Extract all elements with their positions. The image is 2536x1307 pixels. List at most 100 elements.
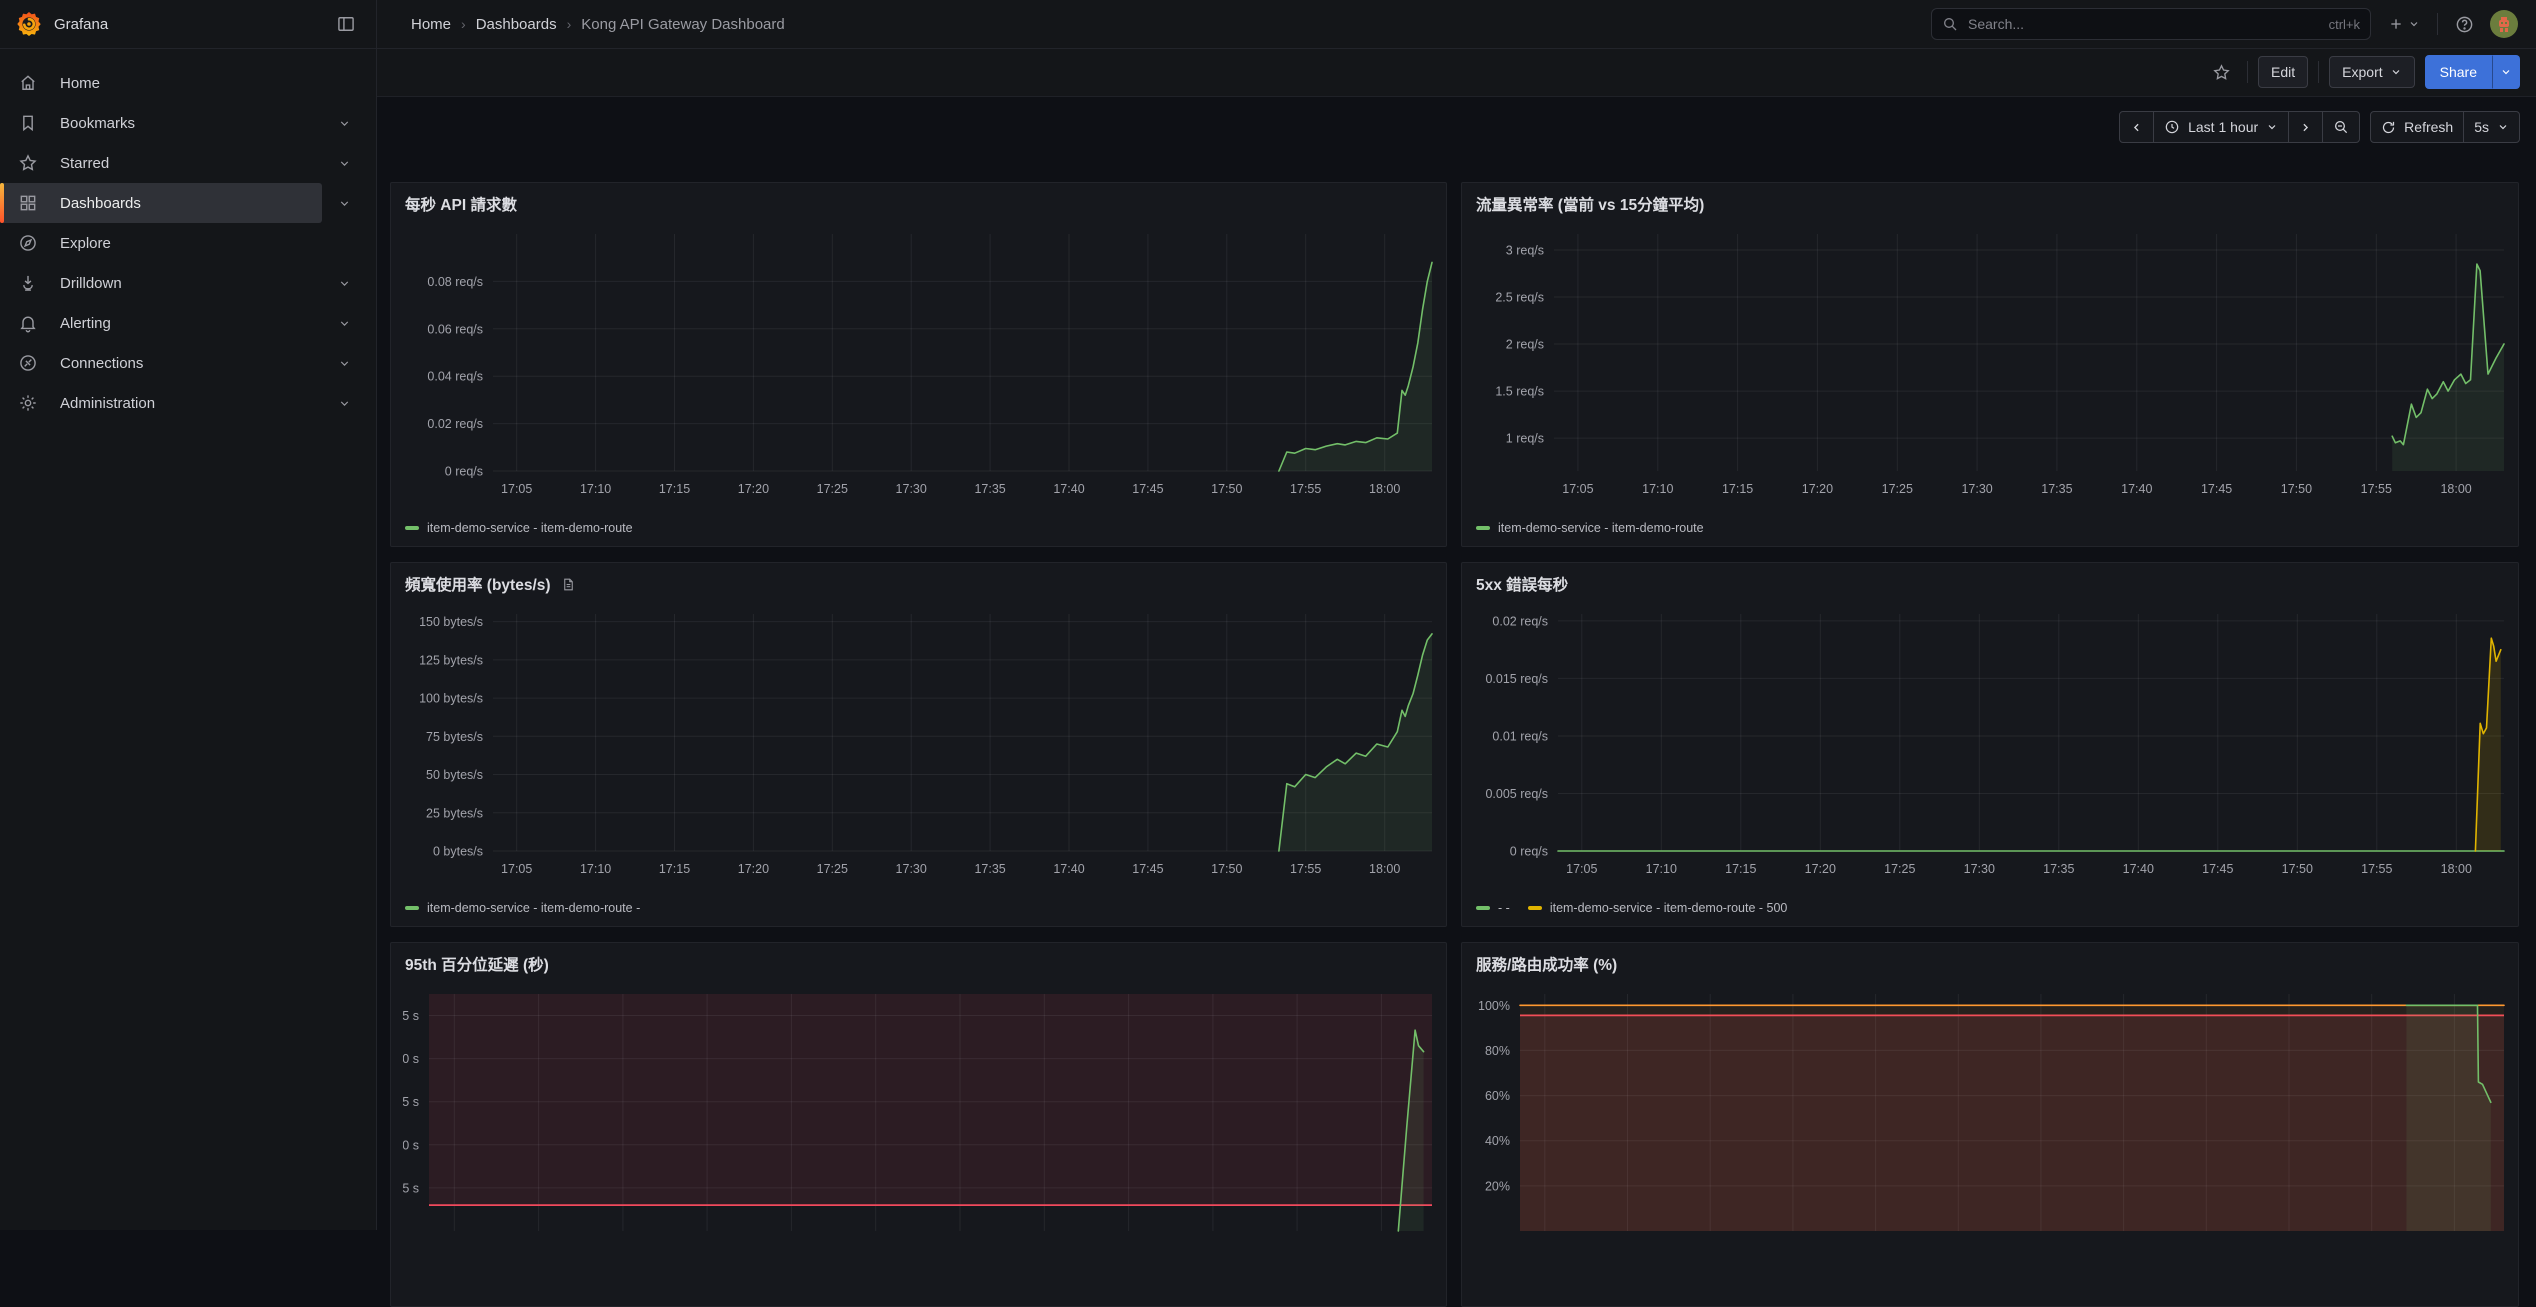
svg-text:18:00: 18:00 — [1369, 482, 1400, 496]
sidebar-link-bookmarks[interactable]: Bookmarks — [0, 103, 322, 143]
panel-service-route-success-rate: 服務/路由成功率 (%) 100%80%60%40%20% — [1461, 942, 2519, 1307]
svg-text:17:50: 17:50 — [1211, 482, 1242, 496]
chevron-down-icon[interactable] — [328, 187, 360, 219]
sidebar-link-starred[interactable]: Starred — [0, 143, 322, 183]
panel-api-requests-per-second: 每秒 API 請求數 0.08 req/s0.06 req/s0.04 req/… — [390, 182, 1447, 547]
plug-icon — [18, 353, 38, 373]
search-input[interactable] — [1966, 15, 2329, 33]
sidebar-item-bookmarks: Bookmarks — [0, 103, 376, 143]
svg-text:40%: 40% — [1485, 1134, 1510, 1148]
chart-plot-svg: 0.02 req/s0.015 req/s0.01 req/s0.005 req… — [1474, 599, 2506, 881]
add-new-button[interactable] — [2381, 8, 2427, 40]
svg-text:17:20: 17:20 — [738, 482, 769, 496]
user-avatar[interactable] — [2490, 10, 2518, 38]
chevron-down-icon[interactable] — [328, 267, 360, 299]
legend-item[interactable]: - - — [1476, 901, 1510, 915]
svg-text:2.5 req/s: 2.5 req/s — [1495, 291, 1544, 305]
share-menu-caret[interactable] — [2492, 55, 2520, 89]
svg-text:1 req/s: 1 req/s — [1506, 432, 1544, 446]
sidebar-link-explore[interactable]: Explore — [0, 223, 322, 263]
svg-text:17:15: 17:15 — [1725, 862, 1756, 876]
time-shift-forward-button[interactable] — [2288, 112, 2322, 142]
panel-title: 服務/路由成功率 (%) — [1476, 953, 1617, 975]
sidebar-link-home[interactable]: Home — [0, 63, 322, 103]
svg-text:0.04 req/s: 0.04 req/s — [427, 370, 483, 384]
svg-text:17:40: 17:40 — [2123, 862, 2154, 876]
dock-sidebar-icon[interactable] — [330, 8, 362, 40]
time-range-picker[interactable]: Last 1 hour — [2153, 112, 2288, 142]
svg-text:18:00: 18:00 — [2441, 862, 2472, 876]
legend-swatch — [1528, 906, 1542, 910]
svg-text:0 req/s: 0 req/s — [1510, 845, 1548, 859]
sidebar-link-administration[interactable]: Administration — [0, 383, 322, 423]
chevron-down-icon[interactable] — [328, 347, 360, 379]
export-button[interactable]: Export — [2329, 56, 2414, 88]
svg-text:100%: 100% — [1478, 999, 1510, 1013]
sidebar-link-connections[interactable]: Connections — [0, 343, 322, 383]
svg-text:0.02 req/s: 0.02 req/s — [1492, 614, 1548, 628]
sidebar-link-alerting[interactable]: Alerting — [0, 303, 322, 343]
svg-text:17:45: 17:45 — [1132, 482, 1163, 496]
toolbar-divider — [2318, 61, 2319, 83]
chevron-down-icon[interactable] — [328, 107, 360, 139]
svg-text:17:30: 17:30 — [1964, 862, 1995, 876]
panel-title: 頻寬使用率 (bytes/s) — [405, 573, 576, 595]
legend-item[interactable]: item-demo-service - item-demo-route — [1476, 521, 1704, 535]
sidebar-link-drilldown[interactable]: Drilldown — [0, 263, 322, 303]
svg-text:17:15: 17:15 — [659, 482, 690, 496]
chevron-down-icon[interactable] — [328, 387, 360, 419]
svg-text:20%: 20% — [1485, 1179, 1510, 1193]
svg-text:80%: 80% — [1485, 1044, 1510, 1058]
sidebar-item-starred: Starred — [0, 143, 376, 183]
svg-text:0.06 req/s: 0.06 req/s — [427, 322, 483, 336]
svg-text:0.02 req/s: 0.02 req/s — [427, 417, 483, 431]
svg-text:17:15: 17:15 — [1722, 482, 1753, 496]
svg-text:17:55: 17:55 — [1290, 482, 1321, 496]
sidebar-item-alerting: Alerting — [0, 303, 376, 343]
bell-icon — [18, 313, 38, 333]
svg-text:1.5 req/s: 1.5 req/s — [1495, 385, 1544, 399]
time-shift-back-button[interactable] — [2120, 112, 2153, 142]
svg-text:17:55: 17:55 — [1290, 862, 1321, 876]
svg-text:17:05: 17:05 — [501, 482, 532, 496]
svg-text:0 req/s: 0 req/s — [445, 465, 483, 479]
svg-text:17:45: 17:45 — [1132, 862, 1163, 876]
svg-text:17:25: 17:25 — [1882, 482, 1913, 496]
refresh-icon — [2381, 120, 2396, 135]
breadcrumb-dashboards[interactable]: Dashboards — [476, 16, 557, 33]
chevron-down-icon[interactable] — [328, 307, 360, 339]
share-button[interactable]: Share — [2425, 55, 2492, 89]
breadcrumb: Home › Dashboards › Kong API Gateway Das… — [411, 16, 785, 33]
chevron-left-icon — [2130, 121, 2143, 134]
refresh-interval-picker[interactable]: 5s — [2463, 112, 2519, 142]
time-series-chart: 0.02 req/s0.015 req/s0.01 req/s0.005 req… — [1474, 599, 2506, 881]
star-dashboard-button[interactable] — [2205, 56, 2237, 88]
chevron-down-icon[interactable] — [328, 147, 360, 179]
svg-text:17:05: 17:05 — [1562, 482, 1593, 496]
help-icon[interactable] — [2448, 8, 2480, 40]
search-box[interactable]: ctrl+k — [1931, 8, 2371, 40]
breadcrumb-home[interactable]: Home — [411, 16, 451, 33]
svg-text:25 s: 25 s — [403, 1009, 419, 1023]
svg-text:3 req/s: 3 req/s — [1506, 244, 1544, 258]
sidebar-item-connections: Connections — [0, 343, 376, 383]
sidebar-link-dashboards[interactable]: Dashboards — [0, 183, 322, 223]
legend-swatch — [1476, 526, 1490, 530]
legend-item[interactable]: item-demo-service - item-demo-route - — [405, 901, 640, 915]
refresh-button[interactable]: Refresh — [2371, 112, 2463, 142]
svg-text:0.015 req/s: 0.015 req/s — [1485, 672, 1548, 686]
sidebar-item-drilldown: Drilldown — [0, 263, 376, 303]
legend-item[interactable]: item-demo-service - item-demo-route — [405, 521, 633, 535]
panel-title: 流量異常率 (當前 vs 15分鐘平均) — [1476, 193, 1704, 215]
gear-icon — [18, 393, 38, 413]
zoom-out-time-button[interactable] — [2322, 112, 2359, 142]
chevron-down-icon — [2500, 66, 2512, 78]
svg-text:17:10: 17:10 — [1646, 862, 1677, 876]
edit-button[interactable]: Edit — [2258, 56, 2308, 88]
legend-item[interactable]: item-demo-service - item-demo-route - 50… — [1528, 901, 1788, 915]
dashboard-canvas: Last 1 hour Refresh 5s 每秒 AP — [377, 97, 2536, 1230]
zoom-out-icon — [2333, 119, 2349, 135]
chart-plot-svg: 0.08 req/s0.06 req/s0.04 req/s0.02 req/s… — [403, 219, 1434, 501]
panel-description-icon[interactable] — [561, 577, 576, 592]
svg-text:17:50: 17:50 — [2282, 862, 2313, 876]
